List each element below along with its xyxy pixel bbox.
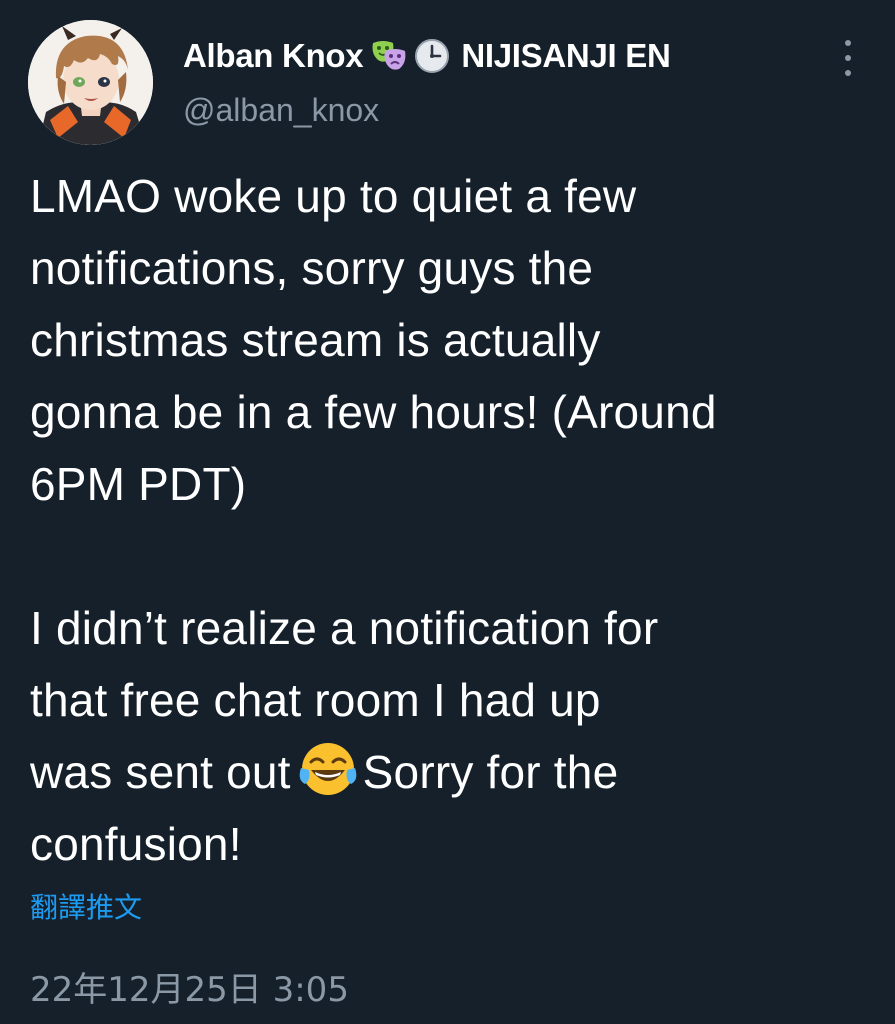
- tweet-line-part: was sent out: [30, 746, 291, 798]
- tweet-line: gonna be in a few hours! (Around: [30, 386, 717, 438]
- tweet-line: I didn’t realize a notification for: [30, 602, 659, 654]
- tweet-line: christmas stream is actually: [30, 314, 601, 366]
- affiliation-name: NIJISANJI EN: [461, 37, 671, 74]
- user-handle[interactable]: @alban_knox: [183, 92, 379, 129]
- more-dot: [845, 70, 851, 76]
- author-name-row[interactable]: Alban Knox NIJISANJI EN: [183, 34, 671, 78]
- tweet-card: Alban Knox NIJISANJI EN @alban_knox LMAO…: [0, 0, 895, 1024]
- translate-tweet-link[interactable]: 翻譯推文: [30, 886, 142, 926]
- tweet-line: 6PM PDT): [30, 458, 247, 510]
- display-name[interactable]: Alban Knox: [183, 37, 364, 75]
- clock-icon: [413, 37, 451, 75]
- paragraph-break: [30, 520, 880, 592]
- more-dot: [845, 55, 851, 61]
- tweet-line-part: Sorry for the: [362, 746, 619, 798]
- more-options-button[interactable]: [836, 40, 860, 76]
- tweet-timestamp[interactable]: 22年12月25日 3:05: [30, 962, 349, 1011]
- tweet-text: LMAO woke up to quiet a few notification…: [30, 160, 880, 880]
- tweet-line: confusion!: [30, 818, 242, 870]
- tweet-line: LMAO woke up to quiet a few: [30, 170, 637, 222]
- tweet-line: notifications, sorry guys the: [30, 242, 594, 294]
- avatar[interactable]: [28, 20, 153, 145]
- more-dot: [845, 40, 851, 46]
- face-with-tears-of-joy-icon: [297, 738, 359, 800]
- tweet-line: that free chat room I had up: [30, 674, 601, 726]
- performing-arts-icon: [371, 37, 409, 75]
- tweet-line-with-emoji: was sent out Sorry for the: [30, 736, 880, 808]
